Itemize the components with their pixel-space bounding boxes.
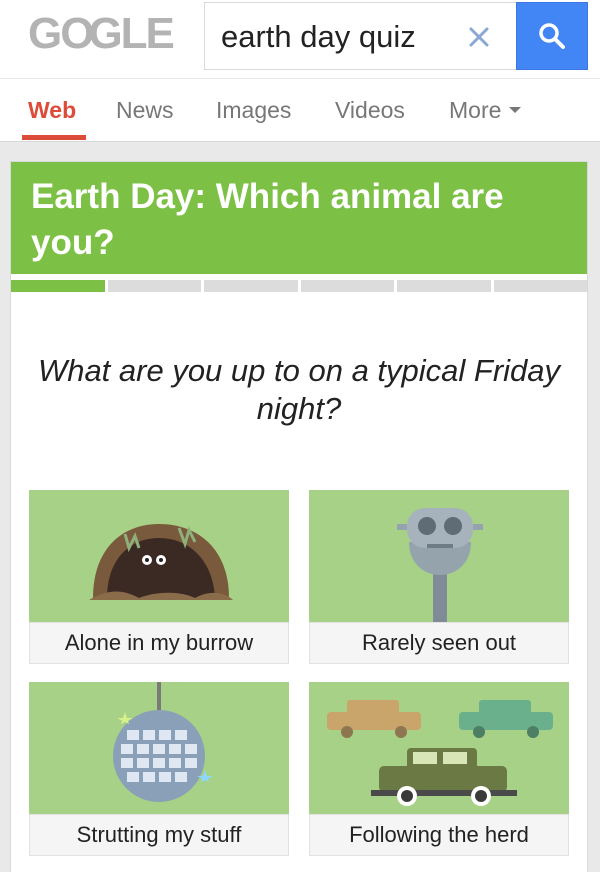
search-box (204, 2, 516, 70)
option-alone-in-my-burrow[interactable]: Alone in my burrow (29, 490, 289, 664)
binoculars-icon (397, 508, 483, 622)
tab-images[interactable]: Images (216, 93, 291, 127)
tab-more[interactable]: More (449, 93, 522, 127)
search-tabs: Web News Images Videos More (0, 78, 600, 142)
quiz-card: Earth Day: Which animal are you? What ar… (10, 161, 588, 872)
quiz-header: Earth Day: Which animal are you? (11, 162, 587, 274)
option-label: Strutting my stuff (29, 814, 289, 856)
quiz-question: What are you up to on a typical Friday n… (37, 353, 561, 426)
search-button[interactable] (516, 2, 588, 70)
search-icon (539, 23, 565, 49)
tab-more-label: More (449, 97, 502, 123)
logo-text-right: GLE (88, 9, 174, 58)
burrow-icon (89, 524, 233, 600)
active-tab-indicator (22, 135, 86, 140)
close-icon[interactable] (459, 17, 499, 57)
option-label: Following the herd (309, 814, 569, 856)
option-rarely-seen-out[interactable]: Rarely seen out (309, 490, 569, 664)
search-input[interactable] (221, 17, 459, 57)
progress-segment (493, 280, 587, 292)
disco-ball-icon (113, 682, 213, 802)
quiz-progress (11, 280, 587, 292)
top-bar: GO GLE (0, 0, 600, 78)
quiz-title: Earth Day: Which animal are you? (31, 177, 504, 262)
tab-web[interactable]: Web (28, 93, 76, 127)
option-label: Alone in my burrow (29, 622, 289, 664)
google-logo[interactable]: GO GLE (28, 8, 175, 60)
tab-videos[interactable]: Videos (335, 93, 405, 127)
progress-segment (300, 280, 394, 292)
tab-news[interactable]: News (116, 93, 174, 127)
progress-segment (204, 280, 298, 292)
caret-down-icon (509, 106, 522, 113)
option-strutting-my-stuff[interactable]: Strutting my stuff (29, 682, 289, 856)
progress-segment (11, 280, 105, 292)
cars-icon (327, 700, 553, 806)
option-following-the-herd[interactable]: Following the herd (309, 682, 569, 856)
progress-segment (107, 280, 201, 292)
progress-segment (397, 280, 491, 292)
option-label: Rarely seen out (309, 622, 569, 664)
logo-text-left: GO (28, 9, 94, 58)
